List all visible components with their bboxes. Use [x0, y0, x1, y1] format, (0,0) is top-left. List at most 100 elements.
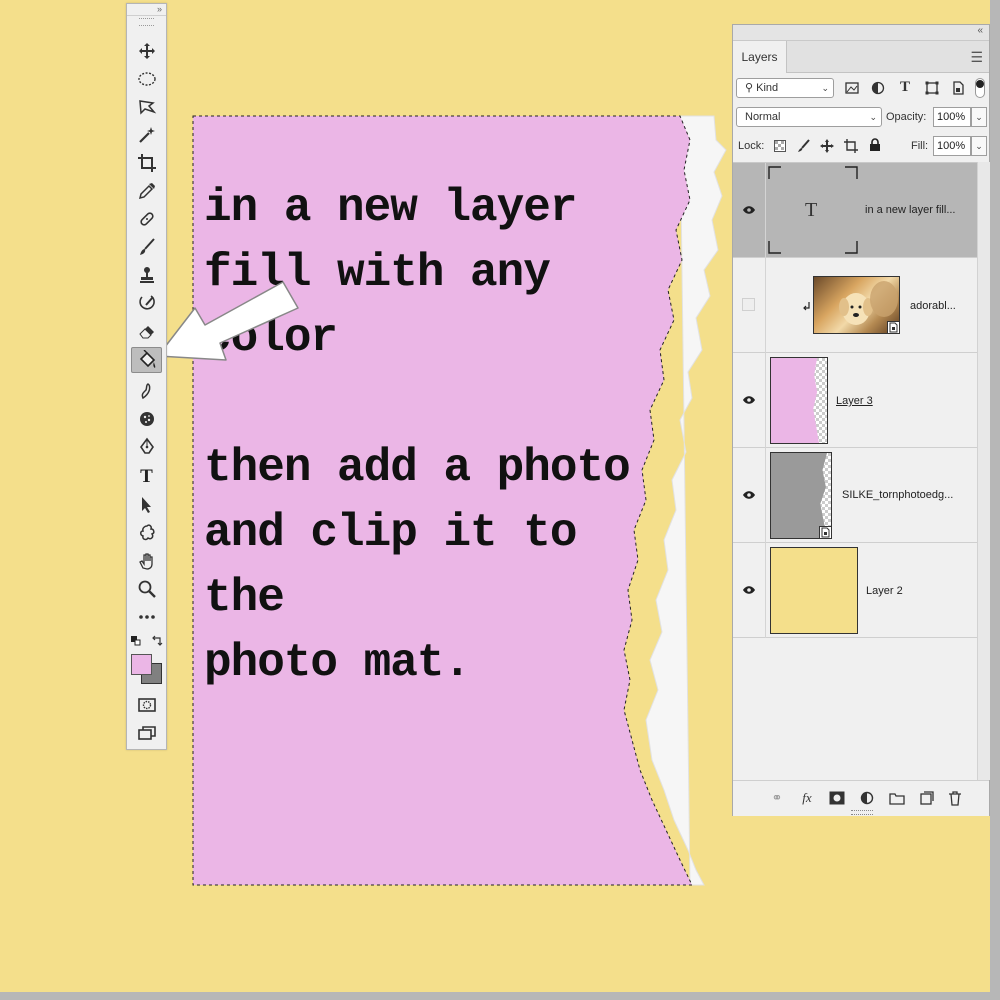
- layer-style-fx-icon[interactable]: fx: [797, 789, 817, 807]
- path-selection-tool[interactable]: [131, 492, 162, 518]
- move-tool[interactable]: [131, 38, 162, 64]
- layers-panel-header[interactable]: «: [733, 25, 989, 41]
- magic-wand-tool[interactable]: [131, 122, 162, 148]
- lock-position-icon[interactable]: [818, 137, 836, 155]
- zoom-icon: [138, 580, 156, 598]
- swap-colors-icon[interactable]: [151, 635, 163, 647]
- bandage-icon: [139, 212, 154, 226]
- quick-mask-button[interactable]: [131, 692, 162, 718]
- search-icon: ⚲: [745, 82, 754, 94]
- more-tools[interactable]: [131, 604, 162, 630]
- layer-name[interactable]: adorabl...: [910, 300, 956, 312]
- visibility-eye-icon[interactable]: [742, 395, 756, 405]
- screen-mode-button[interactable]: [131, 720, 162, 746]
- new-layer-icon[interactable]: [917, 789, 937, 807]
- lasso-tool[interactable]: [131, 94, 162, 120]
- tools-panel-grip[interactable]: [139, 18, 154, 26]
- eyedropper-tool[interactable]: [131, 178, 162, 204]
- foreground-color-swatch[interactable]: [131, 654, 152, 675]
- elliptical-marquee-icon: [137, 72, 156, 86]
- panel-resize-grip[interactable]: [851, 810, 873, 815]
- layer-separator: [765, 163, 766, 258]
- paint-bucket-tool[interactable]: [131, 347, 162, 373]
- layer-separator: [765, 258, 766, 353]
- crop-tool[interactable]: [131, 150, 162, 176]
- layer-name[interactable]: in a new layer fill...: [865, 204, 955, 216]
- layer-name[interactable]: SILKE_tornphotoedg...: [842, 489, 953, 501]
- photo-thumbnail: [813, 276, 900, 334]
- smart-object-badge-icon: [819, 526, 832, 539]
- filter-kind-select[interactable]: ⚲ Kind ⌄: [736, 78, 834, 98]
- filter-type-icon[interactable]: T: [896, 78, 914, 96]
- custom-shape-tool[interactable]: [131, 520, 162, 546]
- lock-image-pixels-icon[interactable]: [795, 137, 813, 155]
- layers-tab-bar: Layers ☰: [733, 41, 989, 73]
- zoom-tool[interactable]: [131, 576, 162, 602]
- type-tool[interactable]: T: [131, 464, 162, 490]
- clone-stamp-tool[interactable]: [131, 262, 162, 288]
- mat-instruction-text: in a new layer fill with any color then …: [204, 182, 631, 689]
- pen-tool[interactable]: [131, 434, 162, 460]
- chevron-down-icon: ⌄: [869, 112, 877, 122]
- smart-object-badge-icon: [887, 321, 900, 334]
- layer-row-photo[interactable]: adorabl...: [733, 258, 977, 353]
- adjustment-layer-icon[interactable]: [857, 789, 877, 807]
- eraser-tool[interactable]: [131, 318, 162, 344]
- marquee-tool[interactable]: [131, 66, 162, 92]
- layer-row-layer-2[interactable]: Layer 2: [733, 543, 977, 638]
- opacity-input[interactable]: 100%: [933, 107, 971, 127]
- add-mask-icon[interactable]: [827, 789, 847, 807]
- new-group-folder-icon[interactable]: [887, 789, 907, 807]
- panel-menu-icon[interactable]: ☰: [970, 49, 983, 66]
- layer-separator: [765, 543, 766, 638]
- fill-dropdown-icon[interactable]: ⌄: [971, 136, 987, 156]
- filter-shape-icon[interactable]: [923, 79, 941, 97]
- delete-layer-trash-icon[interactable]: [945, 789, 965, 807]
- layer-name[interactable]: Layer 2: [866, 585, 903, 597]
- eraser-icon: [138, 326, 154, 339]
- fill-input[interactable]: 100%: [933, 136, 971, 156]
- collapse-panel-icon[interactable]: «: [977, 25, 983, 36]
- brush-tool[interactable]: [131, 234, 162, 260]
- layer-row-torn-edge[interactable]: SILKE_tornphotoedg...: [733, 448, 977, 543]
- history-brush-tool[interactable]: [131, 290, 162, 316]
- filter-pixel-icon[interactable]: [843, 79, 861, 97]
- sponge-tool[interactable]: [131, 406, 162, 432]
- filter-adjustment-icon[interactable]: [869, 79, 887, 97]
- opacity-dropdown-icon[interactable]: ⌄: [971, 107, 987, 127]
- layer-row-layer-3[interactable]: Layer 3: [733, 353, 977, 448]
- lock-transparent-pixels-icon[interactable]: [771, 137, 789, 155]
- hand-tool[interactable]: [131, 548, 162, 574]
- tools-panel: » T: [126, 3, 167, 750]
- blend-mode-select[interactable]: Normal ⌄: [736, 107, 882, 127]
- collapse-toolbar-icon[interactable]: »: [157, 4, 162, 14]
- visibility-toggle-off[interactable]: [742, 298, 755, 311]
- filter-toggle[interactable]: [975, 78, 985, 98]
- blend-mode-value: Normal: [745, 111, 781, 123]
- opacity-label: Opacity:: [886, 111, 927, 123]
- stamp-icon: [139, 267, 154, 283]
- layers-scrollbar[interactable]: [977, 162, 990, 780]
- type-icon: T: [805, 199, 818, 221]
- smudge-tool[interactable]: [131, 378, 162, 404]
- layer-thumbnail: [770, 452, 832, 539]
- visibility-eye-icon[interactable]: [742, 585, 756, 595]
- tab-layers[interactable]: Layers: [733, 41, 787, 73]
- visibility-eye-icon[interactable]: [742, 205, 756, 215]
- filter-smart-object-icon[interactable]: [949, 79, 967, 97]
- sponge-icon: [139, 412, 154, 426]
- link-layers-icon[interactable]: ⚭: [767, 789, 787, 807]
- visibility-eye-icon[interactable]: [742, 490, 756, 500]
- layer-name[interactable]: Layer 3: [836, 395, 873, 407]
- default-colors-icon[interactable]: [131, 636, 141, 646]
- arrow-pointer-icon: [141, 497, 151, 513]
- healing-brush-tool[interactable]: [131, 206, 162, 232]
- lock-all-icon[interactable]: [866, 136, 884, 154]
- layer-separator: [765, 448, 766, 543]
- tools-panel-header[interactable]: »: [127, 4, 166, 16]
- layer-list: T in a new layer fill... adorabl... Laye…: [733, 162, 977, 638]
- lock-artboard-icon[interactable]: [842, 137, 860, 155]
- layer-thumbnail-fill: [771, 358, 819, 443]
- paint-bucket-icon: [139, 350, 155, 368]
- layer-row-text[interactable]: T in a new layer fill...: [733, 163, 977, 258]
